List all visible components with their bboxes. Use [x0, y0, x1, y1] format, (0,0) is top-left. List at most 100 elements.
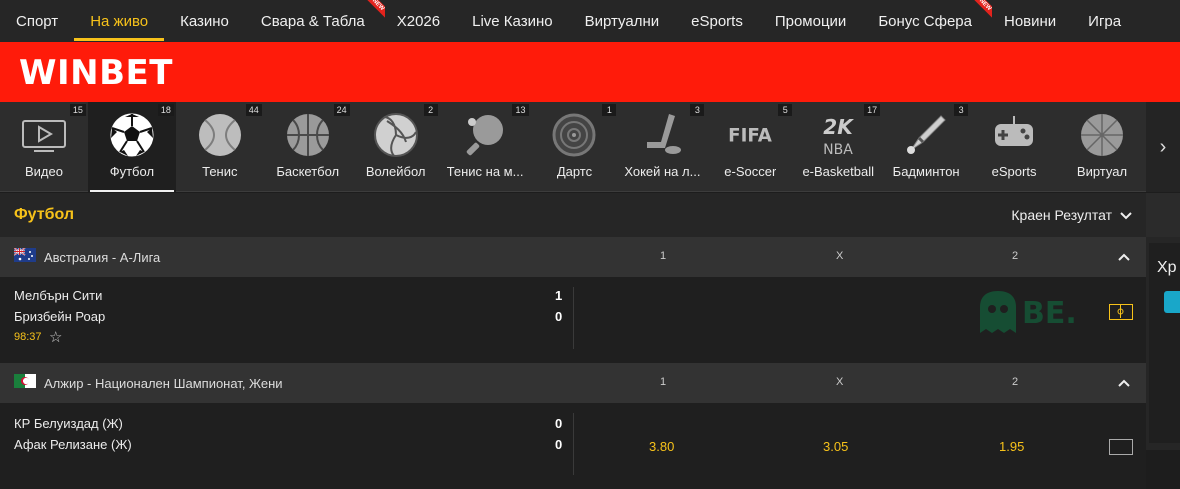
odds-header-1: 1: [660, 376, 667, 388]
top-navigation: Спорт На живо Казино Свара & Табла NEW Х…: [0, 0, 1180, 42]
nav-label: На живо: [90, 12, 149, 30]
event-count: 24: [333, 104, 350, 116]
football-icon: [108, 111, 156, 159]
nav-label: Промоции: [774, 12, 847, 30]
nav-live-casino[interactable]: Live Казино: [456, 0, 568, 42]
nav-label: Новини: [1003, 12, 1057, 30]
jersey-icon: [1164, 291, 1180, 313]
sport-label: Дартс: [556, 164, 593, 179]
market-label: Краен Резултат: [1011, 207, 1112, 223]
handball-icon: [1078, 111, 1126, 159]
sport-label: eSports: [991, 164, 1037, 179]
nav-news[interactable]: Новини: [988, 0, 1072, 42]
sport-tennis[interactable]: 44 Тенис: [176, 102, 264, 192]
right-panel: Хр: [1146, 193, 1180, 450]
sport-badminton[interactable]: 3 Бадминтон: [882, 102, 970, 192]
field-stats-icon[interactable]: [1109, 439, 1133, 455]
svg-text:FIFA: FIFA: [728, 126, 773, 147]
league-name: Австралия - А-Лига: [44, 249, 161, 265]
away-team: Бризбейн Роар: [14, 309, 106, 324]
right-panel-top: [1146, 193, 1180, 237]
nav-virtuals[interactable]: Виртуални: [569, 0, 676, 42]
nav-sport[interactable]: Спорт: [0, 0, 74, 42]
volleyball-icon: [372, 111, 420, 159]
nav-esports[interactable]: eSports: [675, 0, 759, 42]
basketball-icon: [284, 111, 332, 159]
nav-label: Свара & Табла: [260, 12, 365, 30]
tennis-icon: [196, 111, 244, 159]
nav-svara-tabla[interactable]: Свара & Табла NEW: [245, 0, 385, 42]
league-header[interactable]: Австралия - А-Лига 1 X 2: [0, 237, 1146, 277]
event-count: 13: [512, 104, 529, 116]
nav-label: Виртуални: [584, 12, 660, 30]
sports-strip: 15 Видео 18 Футбол 44 Тенис 24 Баскетбол…: [0, 102, 1146, 192]
chevron-up-icon[interactable]: [1118, 374, 1130, 390]
divider: [573, 287, 574, 349]
home-score: 0: [555, 416, 563, 431]
sport-table-tennis[interactable]: 13 Тенис на м...: [440, 102, 531, 192]
sport-darts[interactable]: 1 Дартс: [531, 102, 619, 192]
sport-volleyball[interactable]: 2 Волейбол: [352, 102, 440, 192]
event-count: 44: [245, 104, 262, 116]
nba2k-icon: 2K NBA: [814, 111, 862, 159]
away-score: 0: [555, 309, 563, 324]
odd-home[interactable]: 3.80: [649, 439, 674, 454]
sport-label: e-Soccer: [724, 164, 777, 179]
odds-header-x: X: [836, 376, 844, 388]
market-selector[interactable]: Краен Резултат: [1011, 207, 1132, 223]
sport-basketball[interactable]: 24 Баскетбол: [264, 102, 352, 192]
home-team: Мелбърн Сити: [14, 288, 103, 303]
sport-e-soccer[interactable]: 5 FIFA e-Soccer: [706, 102, 794, 192]
algeria-flag-icon: [14, 373, 36, 393]
home-score: 1: [555, 288, 563, 303]
section-header: Футбол Краен Резултат: [0, 193, 1146, 237]
nav-label: Live Казино: [472, 12, 553, 30]
nav-label: Спорт: [16, 12, 59, 30]
sport-video[interactable]: 15 Видео: [0, 102, 88, 192]
svg-text:BE.: BE.: [1022, 296, 1077, 331]
sport-esports[interactable]: eSports: [970, 102, 1058, 192]
nav-promotions[interactable]: Промоции: [759, 0, 862, 42]
chevron-up-icon[interactable]: [1118, 248, 1130, 264]
favorite-star-icon[interactable]: ☆: [49, 328, 62, 346]
event-count: 15: [69, 104, 86, 116]
nav-label: Игра: [1088, 12, 1122, 30]
odds-header-2: 2: [1012, 250, 1019, 262]
watermark-logo: BE.: [978, 289, 1088, 335]
nav-live[interactable]: На живо: [74, 0, 165, 42]
sport-label: Футбол: [109, 164, 155, 179]
odd-draw[interactable]: 3.05: [823, 439, 848, 454]
nav-label: Казино: [180, 12, 229, 30]
event-count: 5: [778, 104, 793, 116]
sport-label: Бадминтон: [892, 164, 960, 179]
nav-bonus-sphere[interactable]: Бонус Сфера NEW: [862, 0, 992, 42]
sport-label: Видео: [24, 164, 63, 179]
match-row[interactable]: Мелбърн Сити Бризбейн Роар 1 0 98:37 ☆ B…: [0, 277, 1146, 363]
svg-text:2K: 2K: [824, 115, 855, 139]
nav-games[interactable]: Игра: [1072, 0, 1137, 42]
league-name: Алжир - Национален Шампионат, Жени: [44, 375, 283, 391]
sport-label: Баскетбол: [276, 164, 340, 179]
sport-label: Хокей на л...: [624, 164, 701, 179]
right-panel-heading: Хр: [1157, 259, 1177, 276]
sport-football[interactable]: 18 Футбол: [87, 102, 176, 192]
winbet-logo[interactable]: WINBET: [19, 53, 173, 93]
field-stats-icon[interactable]: [1109, 304, 1133, 320]
chevron-right-icon[interactable]: ›: [1146, 102, 1180, 192]
event-count: 3: [690, 104, 705, 116]
sport-virtual[interactable]: Виртуал: [1058, 102, 1146, 192]
odd-away[interactable]: 1.95: [999, 439, 1024, 454]
brand-bar: WINBET: [0, 42, 1180, 102]
sport-ice-hockey[interactable]: 3 Хокей на л...: [618, 102, 706, 192]
nav-casino[interactable]: Казино: [164, 0, 245, 42]
match-row[interactable]: КР Белуиздад (Ж) Афак Релизане (Ж) 0 0 3…: [0, 403, 1146, 489]
ice-hockey-icon: [638, 111, 686, 159]
league-header[interactable]: Алжир - Национален Шампионат, Жени 1 X 2: [0, 363, 1146, 403]
sport-e-basketball[interactable]: 17 2K NBA e-Basketball: [794, 102, 882, 192]
nav-label: Бонус Сфера: [878, 12, 972, 30]
sport-label: Волейбол: [365, 164, 426, 179]
match-time: 98:37: [14, 331, 42, 343]
gamepad-icon: [990, 111, 1038, 159]
nav-x2026[interactable]: Х2026: [381, 0, 456, 42]
chevron-down-icon: [1120, 207, 1132, 223]
